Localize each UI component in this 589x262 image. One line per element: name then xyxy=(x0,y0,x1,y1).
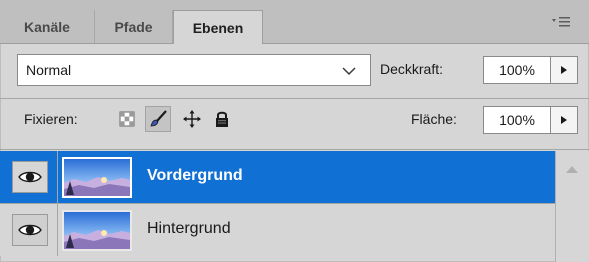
layer-name[interactable]: Hintergrund xyxy=(147,220,231,238)
fill-field[interactable]: 100% xyxy=(483,106,551,134)
tab-pfade[interactable]: Pfade xyxy=(95,10,173,43)
tab-label: Ebenen xyxy=(192,19,244,36)
lock-image-pixels-brush-icon[interactable] xyxy=(145,106,171,132)
visibility-toggle[interactable] xyxy=(12,161,48,193)
panel-menu-icon[interactable] xyxy=(549,14,573,30)
tab-label: Kanäle xyxy=(24,18,70,35)
panel-tab-bar: Kanäle Pfade Ebenen xyxy=(0,0,589,44)
opacity-label: Deckkraft: xyxy=(380,61,444,77)
opacity-slider-button[interactable] xyxy=(550,56,578,84)
lock-transparent-pixels-icon[interactable] xyxy=(116,108,138,130)
tab-label: Pfade xyxy=(114,18,153,35)
column-separator xyxy=(57,151,58,203)
opacity-field[interactable]: 100% xyxy=(483,56,551,84)
layers-panel: Kanäle Pfade Ebenen Normal Deckkraft: 10… xyxy=(0,0,589,262)
divider xyxy=(0,149,589,150)
column-separator xyxy=(57,204,58,256)
layer-row-vordergrund[interactable]: Vordergrund xyxy=(0,151,555,203)
layers-scrollbar[interactable] xyxy=(555,151,589,262)
lock-position-move-icon[interactable] xyxy=(181,108,203,130)
lock-all-padlock-icon[interactable] xyxy=(211,108,233,130)
fill-slider-button[interactable] xyxy=(550,106,578,134)
layer-row-hintergrund[interactable]: Hintergrund xyxy=(0,204,555,256)
lock-label: Fixieren: xyxy=(24,111,78,127)
layer-thumbnail[interactable] xyxy=(62,210,132,251)
triangle-right-icon xyxy=(560,112,568,128)
eye-icon xyxy=(18,224,42,236)
chevron-down-icon xyxy=(342,63,356,77)
layer-thumbnail[interactable] xyxy=(62,157,132,198)
visibility-toggle[interactable] xyxy=(12,214,48,246)
divider xyxy=(0,98,589,99)
eye-icon xyxy=(18,171,42,183)
tab-kanaele[interactable]: Kanäle xyxy=(0,10,95,43)
blend-mode-value: Normal xyxy=(26,62,72,78)
scroll-up-icon[interactable] xyxy=(565,161,579,173)
layer-name[interactable]: Vordergrund xyxy=(147,167,243,185)
blend-mode-select[interactable]: Normal xyxy=(17,54,371,86)
tab-ebenen[interactable]: Ebenen xyxy=(173,10,263,44)
triangle-right-icon xyxy=(560,62,568,78)
fill-label: Fläche: xyxy=(411,111,457,127)
